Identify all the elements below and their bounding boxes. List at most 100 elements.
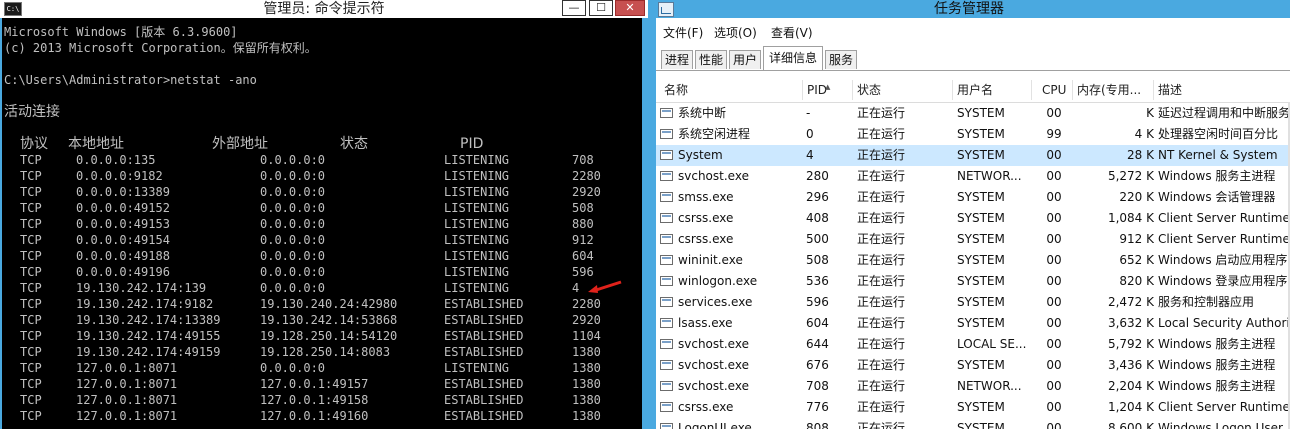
process-pid: 280	[806, 169, 829, 183]
process-pid: 508	[806, 253, 829, 267]
process-row[interactable]: 系统空闲进程 0 正在运行 SYSTEM 99 4 K 处理器空闲时间百分比	[656, 124, 1290, 145]
process-description: Windows 服务主进程	[1158, 358, 1276, 372]
conn-pid: 604	[572, 249, 594, 263]
process-window-icon	[660, 339, 673, 349]
process-status: 正在运行	[857, 190, 906, 204]
process-username: NETWOR...	[957, 379, 1022, 393]
connection-row: TCP 0.0.0.0:49196 0.0.0.0:0 LISTENING 596	[4, 264, 634, 280]
conn-state: ESTABLISHED	[444, 329, 524, 343]
conn-state: ESTABLISHED	[444, 297, 524, 311]
conn-protocol: TCP	[20, 281, 42, 295]
close-button[interactable]: ✕	[615, 0, 645, 16]
process-status: 正在运行	[857, 337, 906, 351]
process-name: svchost.exe	[678, 358, 749, 372]
conn-state: LISTENING	[444, 153, 510, 167]
process-description: Windows 服务主进程	[1158, 169, 1276, 183]
tab-users[interactable]: 用户	[729, 50, 761, 69]
process-row[interactable]: smss.exe 296 正在运行 SYSTEM 00 220 K Windows 会话管理…	[656, 187, 1290, 208]
process-status: 正在运行	[857, 127, 906, 141]
process-username: SYSTEM	[957, 232, 1005, 246]
process-cpu: 00	[1046, 337, 1062, 351]
process-row[interactable]: svchost.exe 280 正在运行 NETWOR... 00 5,272 K Wind…	[656, 166, 1290, 187]
conn-foreign-address: 0.0.0.0:0	[260, 233, 326, 247]
menu-options[interactable]: 选项(O)	[714, 24, 757, 42]
maximize-button[interactable]: ☐	[589, 0, 613, 16]
process-status: 正在运行	[857, 295, 906, 309]
process-row[interactable]: csrss.exe 776 正在运行 SYSTEM 00 1,204 K Client Se…	[656, 397, 1290, 418]
process-memory: 4 K	[1134, 127, 1154, 141]
process-row[interactable]: csrss.exe 500 正在运行 SYSTEM 00 912 K Client Serv…	[656, 229, 1290, 250]
tab-performance[interactable]: 性能	[695, 50, 727, 69]
column-divider[interactable]	[1031, 80, 1032, 100]
task-manager-window: 任务管理器 文件(F) 选项(O) 查看(V) 进程 性能 用户 详细信息 服务…	[648, 0, 1290, 429]
process-row[interactable]: svchost.exe 676 正在运行 SYSTEM 00 3,436 K Windows…	[656, 355, 1290, 376]
process-memory: 3,436 K	[1107, 358, 1154, 372]
tab-processes[interactable]: 进程	[661, 50, 693, 69]
process-name: 系统中断	[678, 106, 727, 120]
process-row[interactable]: winlogon.exe 536 正在运行 SYSTEM 00 820 K Windows …	[656, 271, 1290, 292]
process-description: Client Server Runtime	[1158, 400, 1290, 414]
conn-protocol: TCP	[20, 297, 42, 311]
process-window-icon	[660, 276, 673, 286]
column-pid[interactable]: PID	[807, 78, 827, 102]
process-pid: 500	[806, 232, 829, 246]
process-row[interactable]: csrss.exe 408 正在运行 SYSTEM 00 1,084 K Client Se…	[656, 208, 1290, 229]
column-divider[interactable]	[1153, 80, 1154, 100]
tab-details[interactable]: 详细信息	[763, 46, 823, 70]
process-memory: 652 K	[1119, 253, 1154, 267]
column-header-row: 名称 PID ▲ 状态 用户名 CPU 内存(专用... 描述	[656, 78, 1290, 103]
column-divider[interactable]	[1072, 80, 1073, 100]
process-row[interactable]: System 4 正在运行 SYSTEM 00 28 K NT Kernel & Syste…	[656, 145, 1290, 166]
cmd-titlebar[interactable]: C:\ 管理员: 命令提示符 — ☐ ✕	[0, 0, 648, 18]
process-description: Windows 服务主进程	[1158, 379, 1276, 393]
process-username: SYSTEM	[957, 190, 1005, 204]
conn-local-address: 19.130.242.174:9182	[76, 297, 214, 311]
process-name: lsass.exe	[678, 316, 733, 330]
conn-local-address: 127.0.0.1:8071	[76, 377, 178, 391]
taskmgr-window-title: 任务管理器	[934, 1, 1004, 17]
connection-row: TCP 19.130.242.174:49155 19.128.250.14:541…	[4, 328, 634, 344]
conn-protocol: TCP	[20, 393, 42, 407]
column-cpu[interactable]: CPU	[1042, 78, 1066, 102]
column-status[interactable]: 状态	[857, 78, 881, 102]
conn-foreign-address: 19.130.240.24:42980	[260, 297, 398, 311]
column-memory[interactable]: 内存(专用...	[1077, 78, 1141, 102]
process-row[interactable]: wininit.exe 508 正在运行 SYSTEM 00 652 K Windows 启…	[656, 250, 1290, 271]
process-memory: 1,204 K	[1107, 400, 1154, 414]
taskmgr-titlebar[interactable]: 任务管理器	[648, 0, 1290, 18]
process-row[interactable]: services.exe 596 正在运行 SYSTEM 00 2,472 K 服务和控制器…	[656, 292, 1290, 313]
process-pid: 676	[806, 358, 829, 372]
process-row[interactable]: svchost.exe 644 正在运行 LOCAL SE... 00 5,792 K Wi…	[656, 334, 1290, 355]
column-name[interactable]: 名称	[664, 78, 688, 102]
menu-file[interactable]: 文件(F)	[663, 24, 703, 42]
conn-protocol: TCP	[20, 217, 42, 231]
conn-foreign-address: 0.0.0.0:0	[260, 153, 326, 167]
column-divider[interactable]	[952, 80, 953, 100]
process-cpu: 00	[1046, 358, 1062, 372]
menu-view[interactable]: 查看(V)	[771, 24, 813, 42]
process-status: 正在运行	[857, 358, 906, 372]
process-window-icon	[660, 255, 673, 265]
minimize-button[interactable]: —	[562, 0, 586, 16]
connection-row: TCP 0.0.0.0:49188 0.0.0.0:0 LISTENING 604	[4, 248, 634, 264]
process-row[interactable]: LogonUI.exe 808 正在运行 SYSTEM 00 8,600 K Windows…	[656, 418, 1290, 429]
process-cpu: 99	[1046, 127, 1062, 141]
column-divider[interactable]	[852, 80, 853, 100]
process-description: Local Security Authority	[1158, 316, 1290, 330]
process-row[interactable]: lsass.exe 604 正在运行 SYSTEM 00 3,632 K Local Sec…	[656, 313, 1290, 334]
conn-foreign-address: 0.0.0.0:0	[260, 249, 326, 263]
process-description: Client Server Runtime	[1158, 211, 1290, 225]
process-username: SYSTEM	[957, 400, 1005, 414]
conn-protocol: TCP	[20, 233, 42, 247]
process-cpu: 00	[1046, 421, 1062, 429]
process-name: wininit.exe	[678, 253, 743, 267]
column-username[interactable]: 用户名	[957, 78, 993, 102]
process-status: 正在运行	[857, 316, 906, 330]
column-description[interactable]: 描述	[1158, 78, 1182, 102]
process-row[interactable]: 系统中断 - 正在运行 SYSTEM 00 K 延迟过程调用和中断服务	[656, 103, 1290, 124]
process-row[interactable]: svchost.exe 708 正在运行 NETWOR... 00 2,204 K Wind…	[656, 376, 1290, 397]
console-output[interactable]: Microsoft Windows [版本 6.3.9600] (c) 2013…	[2, 18, 642, 429]
column-divider[interactable]	[802, 80, 803, 100]
header-protocol: 协议	[20, 136, 48, 152]
tab-services[interactable]: 服务	[825, 50, 857, 69]
